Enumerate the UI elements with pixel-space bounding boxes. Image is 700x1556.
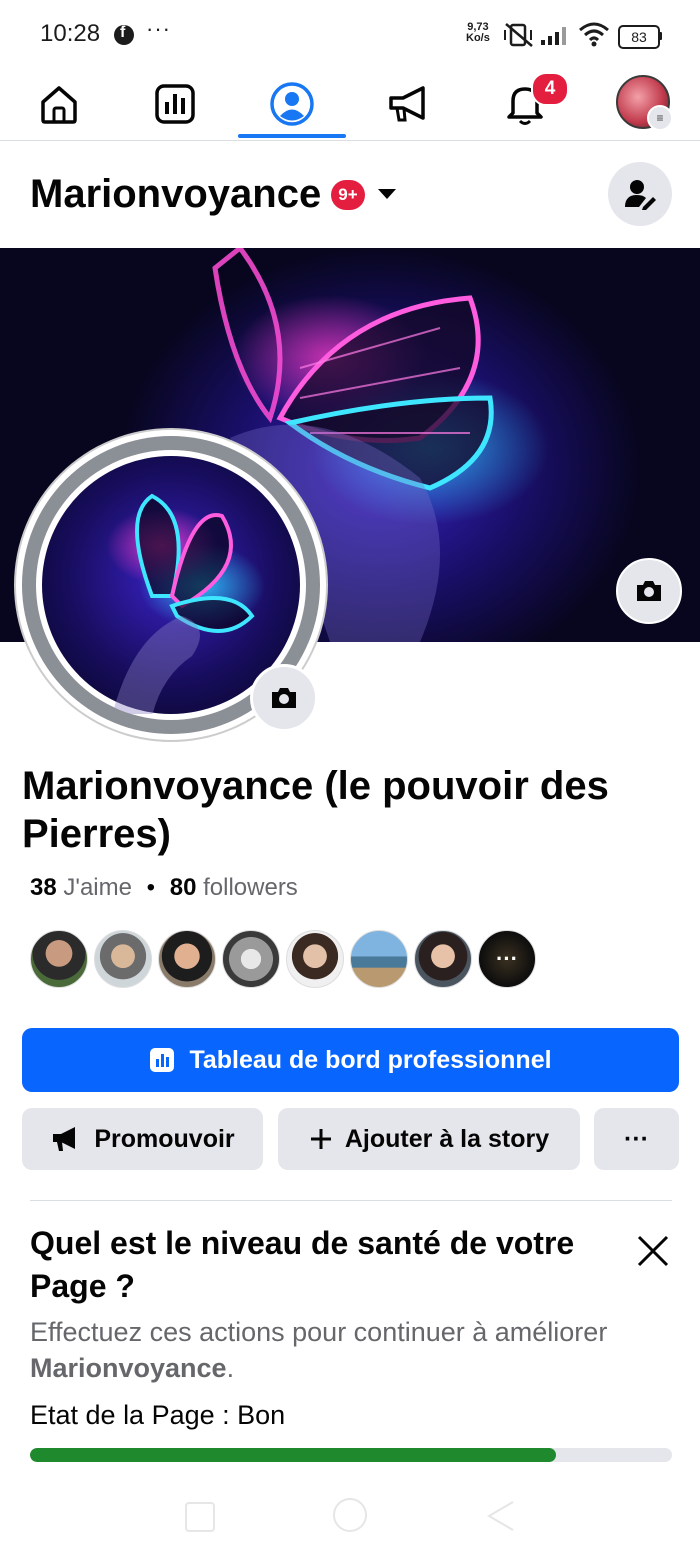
promote-button-label: Promouvoir <box>94 1124 235 1153</box>
close-icon <box>637 1235 669 1267</box>
avatar[interactable] <box>94 930 152 988</box>
promote-button[interactable]: Promouvoir <box>22 1108 263 1170</box>
camera-icon <box>272 688 296 708</box>
system-navigation-bar <box>0 1480 700 1556</box>
facebook-notification-icon: f <box>114 24 134 45</box>
signal-icon <box>541 27 566 45</box>
megaphone-icon <box>53 1127 76 1151</box>
avatar[interactable] <box>414 930 472 988</box>
battery-tip <box>659 32 662 40</box>
nav-profile[interactable] <box>239 68 345 140</box>
network-speed: 9,73 Ko/s <box>466 22 490 44</box>
menu-icon[interactable]: ≡ <box>647 105 673 131</box>
page-notification-badge: 9+ <box>331 180 365 210</box>
stats-separator: • <box>146 874 156 901</box>
health-desc-suffix: . <box>226 1353 235 1383</box>
page-health-title: Quel est le niveau de santé de votre Pag… <box>30 1225 575 1304</box>
status-more-icon: ··· <box>146 16 171 41</box>
wifi-icon <box>579 22 609 47</box>
avatar[interactable] <box>350 930 408 988</box>
network-speed-unit: Ko/s <box>466 32 490 44</box>
avatar[interactable] <box>286 930 344 988</box>
close-button[interactable] <box>628 1226 678 1276</box>
dashboard-icon <box>155 84 195 124</box>
page-health-description: Effectuez ces actions pour continuer à a… <box>30 1314 660 1386</box>
home-button[interactable] <box>333 1498 367 1532</box>
recent-apps-button[interactable] <box>185 1502 215 1532</box>
nav-ads[interactable] <box>355 68 461 140</box>
battery-icon: 83 <box>618 25 660 49</box>
profile-icon <box>270 82 314 126</box>
chevron-down-icon[interactable] <box>378 189 396 199</box>
professional-dashboard-button[interactable]: Tableau de bord professionnel <box>22 1028 679 1092</box>
followers-count: 80 <box>169 874 197 901</box>
health-progress-fill <box>30 1448 557 1462</box>
followers-label: followers <box>203 874 298 901</box>
health-desc-page: Marionvoyance <box>30 1353 227 1383</box>
camera-icon <box>637 581 661 601</box>
status-time: 10:28 <box>40 20 101 47</box>
avatar[interactable] <box>222 930 280 988</box>
page-state-value: Bon <box>237 1400 286 1430</box>
avatar[interactable] <box>30 930 88 988</box>
health-progress-bar <box>30 1448 672 1462</box>
nav-active-indicator <box>238 134 346 138</box>
user-edit-icon <box>625 180 656 210</box>
cover-camera-button[interactable] <box>616 558 682 624</box>
add-to-story-button[interactable]: Ajouter à la story <box>278 1108 580 1170</box>
switch-profile-button[interactable] <box>608 162 672 226</box>
home-icon <box>41 86 77 124</box>
top-navigation <box>0 68 700 141</box>
likes-label: J'aime <box>63 874 132 901</box>
back-button[interactable] <box>485 1500 515 1532</box>
profile-camera-button[interactable] <box>250 664 318 732</box>
status-bar: 10:28 f ··· 9,73 Ko/s 83 <box>0 0 700 68</box>
more-followers-button[interactable]: ··· <box>478 930 536 988</box>
notification-badge: 4 <box>531 72 569 106</box>
page-name: Marionvoyance (le pouvoir des Pierres) <box>22 764 609 856</box>
page-title[interactable]: Marionvoyance <box>30 172 321 217</box>
page-state: Etat de la Page : Bon <box>30 1400 285 1431</box>
megaphone-icon <box>389 86 425 122</box>
add-to-story-label: Ajouter à la story <box>344 1124 550 1153</box>
plus-icon <box>310 1129 331 1149</box>
nav-home[interactable] <box>6 68 112 140</box>
page-state-label: Etat de la Page : <box>30 1400 230 1430</box>
more-options-icon: ··· <box>624 1124 649 1153</box>
likes-count: 38 <box>30 874 57 901</box>
divider <box>30 1200 672 1201</box>
more-options-button[interactable]: ··· <box>594 1108 679 1170</box>
page-stats[interactable]: 38 J'aime • 80 followers <box>30 874 298 902</box>
avatar[interactable] <box>158 930 216 988</box>
nav-dashboard[interactable] <box>122 68 228 140</box>
health-desc-prefix: Effectuez ces actions pour continuer à a… <box>30 1317 608 1347</box>
dashboard-button-label: Tableau de bord professionnel <box>189 1045 552 1074</box>
dashboard-icon <box>150 1048 175 1072</box>
vibrate-off-icon <box>504 23 533 47</box>
